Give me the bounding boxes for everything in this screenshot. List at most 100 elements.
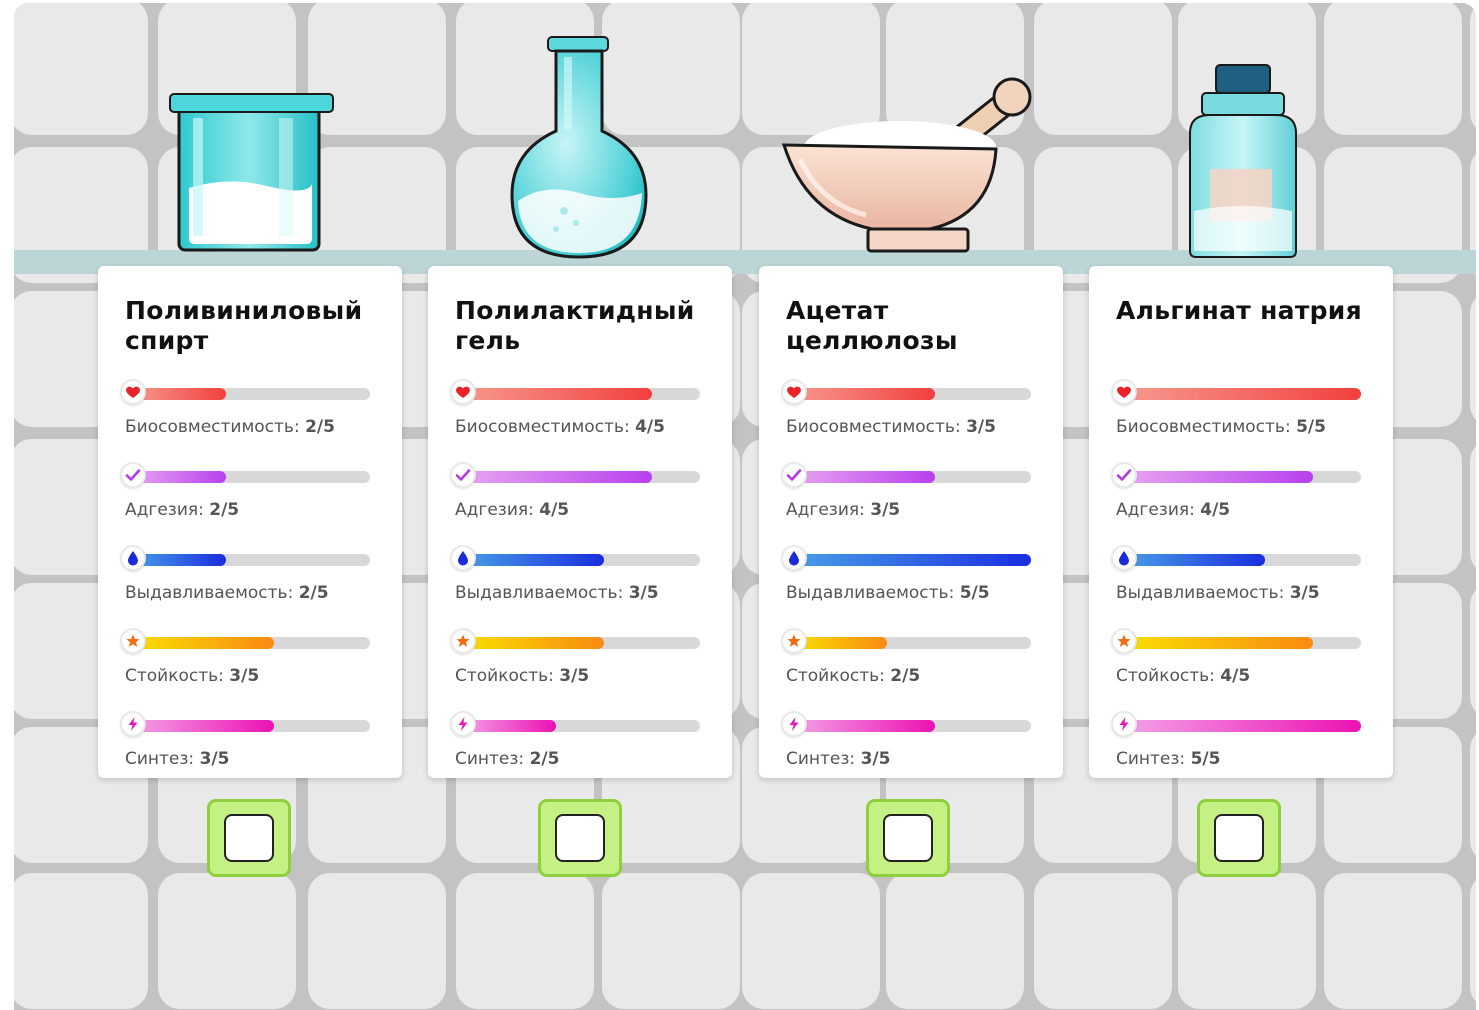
heart-icon <box>120 379 146 405</box>
stat-bar-fill <box>460 388 652 400</box>
stat-label: Стойкость: 2/5 <box>786 666 920 686</box>
stat-bar-track <box>1121 471 1361 483</box>
stat-bar-fill <box>130 720 274 732</box>
stat-value: 2/5 <box>298 583 329 603</box>
star-icon <box>120 628 146 654</box>
stat-adh: Адгезия: 2/5 <box>120 461 380 531</box>
stat-bar-fill <box>791 471 935 483</box>
star-icon <box>450 628 476 654</box>
stat-bar-track <box>791 388 1031 400</box>
stat-value: 3/5 <box>229 666 260 686</box>
lab-scene: Поливиниловый спирт Биосовместимость: 2/5… <box>14 3 1476 1010</box>
stat-adh: Адгезия: 4/5 <box>1111 461 1371 531</box>
stat-value: 2/5 <box>305 417 335 437</box>
stat-label: Адгезия: 3/5 <box>786 500 900 520</box>
stat-label: Выдавливаемость: 3/5 <box>1116 583 1320 603</box>
stat-dur: Стойкость: 3/5 <box>450 627 710 697</box>
stat-name: Стойкость: <box>786 666 885 686</box>
stat-bar-fill <box>1121 554 1265 566</box>
select-checkbox-4[interactable] <box>1197 799 1281 877</box>
stat-label: Адгезия: 4/5 <box>455 500 569 520</box>
stat-dur: Стойкость: 3/5 <box>120 627 380 697</box>
drop-icon <box>120 545 146 571</box>
star-icon <box>781 628 807 654</box>
stat-name: Выдавливаемость: <box>455 583 624 603</box>
stat-name: Биосовместимость: <box>786 417 961 437</box>
stat-name: Синтез: <box>786 749 856 769</box>
stat-bar-track <box>1121 637 1361 649</box>
drop-icon <box>781 545 807 571</box>
checkbox-box <box>224 814 274 862</box>
stat-bar-track <box>460 388 700 400</box>
select-checkbox-2[interactable] <box>538 799 622 877</box>
stat-value: 3/5 <box>199 749 230 769</box>
lightning-icon <box>781 711 807 737</box>
stat-label: Адгезия: 2/5 <box>125 500 239 520</box>
stat-bar-track <box>460 637 700 649</box>
stat-name: Стойкость: <box>1116 666 1215 686</box>
stat-value: 4/5 <box>1200 500 1231 520</box>
stat-value: 3/5 <box>1289 583 1320 603</box>
lightning-icon <box>1111 711 1137 737</box>
stat-bar-track <box>1121 554 1361 566</box>
stat-label: Биосовместимость: 5/5 <box>1116 417 1326 437</box>
stat-label: Биосовместимость: 2/5 <box>125 417 335 437</box>
stat-name: Выдавливаемость: <box>786 583 955 603</box>
stat-bar-fill <box>791 720 935 732</box>
stat-bar-track <box>130 471 370 483</box>
material-card: Альгинат натрия Биосовместимость: 5/5 Адге… <box>1089 266 1393 778</box>
stat-value: 3/5 <box>559 666 590 686</box>
checkbox-box <box>555 814 605 862</box>
stat-name: Адгезия: <box>125 500 204 520</box>
stat-name: Адгезия: <box>455 500 534 520</box>
stat-syn: Синтез: 2/5 <box>450 710 710 780</box>
stat-name: Стойкость: <box>455 666 554 686</box>
stat-bar-fill <box>1121 388 1361 400</box>
select-checkbox-3[interactable] <box>866 799 950 877</box>
stat-adh: Адгезия: 4/5 <box>450 461 710 531</box>
material-name: Альгинат натрия <box>1116 296 1362 325</box>
stat-bar-track <box>460 471 700 483</box>
stat-label: Биосовместимость: 3/5 <box>786 417 996 437</box>
stat-bar-track <box>1121 720 1361 732</box>
drop-icon <box>450 545 476 571</box>
stat-ext: Выдавливаемость: 2/5 <box>120 544 380 614</box>
stat-value: 2/5 <box>529 749 560 769</box>
heart-icon <box>781 379 807 405</box>
check-icon <box>1111 462 1137 488</box>
stat-value: 5/5 <box>959 583 990 603</box>
stat-ext: Выдавливаемость: 3/5 <box>1111 544 1371 614</box>
stat-bar-fill <box>1121 471 1313 483</box>
stat-label: Стойкость: 3/5 <box>125 666 259 686</box>
stat-name: Синтез: <box>125 749 195 769</box>
stat-name: Синтез: <box>1116 749 1186 769</box>
stat-name: Синтез: <box>455 749 525 769</box>
stat-value: 5/5 <box>1296 417 1326 437</box>
stat-label: Синтез: 5/5 <box>1116 749 1220 769</box>
stat-bio: Биосовместимость: 3/5 <box>781 378 1041 448</box>
lightning-icon <box>120 711 146 737</box>
stat-bar-track <box>460 554 700 566</box>
stat-bar-track <box>791 637 1031 649</box>
stat-bar-fill <box>791 554 1031 566</box>
stat-dur: Стойкость: 2/5 <box>781 627 1041 697</box>
select-checkbox-1[interactable] <box>207 799 291 877</box>
stat-name: Стойкость: <box>125 666 224 686</box>
stat-bar-track <box>130 554 370 566</box>
stat-bar-fill <box>460 554 604 566</box>
checkbox-box <box>883 814 933 862</box>
stat-value: 3/5 <box>628 583 659 603</box>
mortar-pestle-icon <box>781 77 1032 253</box>
stat-name: Адгезия: <box>1116 500 1195 520</box>
stat-bar-track <box>130 720 370 732</box>
stat-name: Биосовместимость: <box>1116 417 1291 437</box>
stat-label: Синтез: 3/5 <box>786 749 890 769</box>
stat-label: Синтез: 2/5 <box>455 749 559 769</box>
stat-ext: Выдавливаемость: 3/5 <box>450 544 710 614</box>
material-card: Полилактидный гель Биосовместимость: 4/5 А… <box>428 266 732 778</box>
stat-value: 2/5 <box>890 666 921 686</box>
stat-value: 5/5 <box>1190 749 1221 769</box>
material-card: Поливиниловый спирт Биосовместимость: 2/5… <box>98 266 402 778</box>
stat-name: Адгезия: <box>786 500 865 520</box>
stat-value: 3/5 <box>860 749 891 769</box>
